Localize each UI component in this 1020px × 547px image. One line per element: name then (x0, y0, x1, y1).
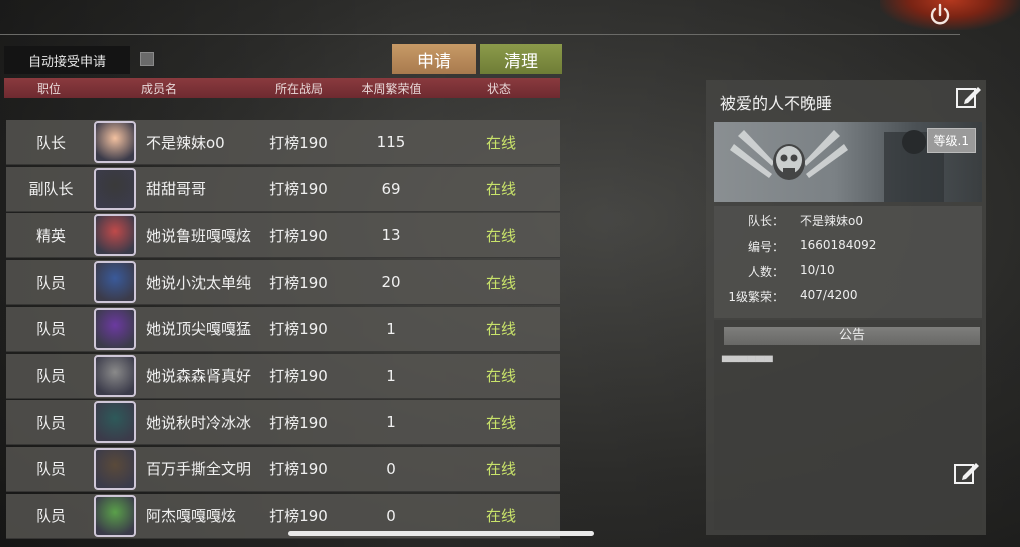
member-name: 甜甜哥哥 (146, 180, 207, 199)
member-battle: 打榜190 (269, 367, 328, 385)
member-prosperity: 20 (381, 273, 401, 292)
table-row[interactable]: 队员 她说秋时冷冰冰 打榜190 1 在线 (6, 400, 560, 446)
member-role: 队长 (35, 133, 66, 152)
member-role: 队员 (35, 507, 66, 526)
avatar[interactable] (94, 167, 136, 211)
member-name: 不是辣妹o0 (146, 133, 225, 152)
member-status: 在线 (485, 226, 516, 245)
table-row[interactable]: 队员 她说小沈太单纯 打榜190 20 在线 (6, 260, 560, 306)
col-member: 成员名 (140, 81, 177, 96)
prosperity-value: 407/4200 (800, 288, 858, 302)
member-status: 在线 (485, 367, 516, 385)
member-status: 在线 (485, 460, 516, 479)
member-battle: 打榜190 (269, 273, 328, 292)
avatar[interactable] (94, 494, 136, 538)
table-row[interactable]: 队员 她说森森肾真好 打榜190 1 在线 (6, 353, 560, 399)
top-divider (0, 34, 960, 35)
notice-text: ▀▀▀▀▀▀ (722, 356, 773, 369)
member-prosperity: 13 (381, 226, 401, 245)
count-label: 人数： (747, 265, 784, 279)
edit-notice-icon[interactable] (952, 460, 980, 486)
auto-accept-label: 自动接受申请 (4, 46, 130, 74)
team-level-badge: 等级.1 (926, 128, 976, 153)
table-row[interactable]: 队员 她说顶尖嘎嘎猛 打榜190 1 在线 (6, 306, 560, 352)
avatar[interactable] (94, 213, 136, 257)
member-status: 在线 (485, 133, 516, 152)
member-status: 在线 (485, 320, 516, 339)
power-icon[interactable] (927, 2, 953, 28)
member-prosperity: 69 (381, 179, 401, 198)
member-name: 她说顶尖嘎嘎猛 (146, 320, 252, 339)
id-value: 1660184092 (800, 238, 877, 252)
team-banner: 等级.1 (714, 122, 982, 202)
notice-area (714, 320, 982, 530)
member-role: 队员 (35, 460, 66, 479)
member-prosperity: 0 (386, 459, 396, 478)
member-role: 队员 (35, 413, 66, 432)
member-role: 队员 (35, 367, 66, 385)
member-role: 副队长 (28, 180, 74, 199)
auto-accept-checkbox[interactable] (140, 52, 154, 66)
notice-header: 公告 (724, 327, 980, 345)
team-name: 被爱的人不晚睡 (720, 94, 833, 113)
avatar[interactable] (94, 447, 136, 491)
member-role: 队员 (35, 320, 66, 339)
member-name: 她说秋时冷冰冰 (146, 413, 252, 432)
member-battle: 打榜190 (269, 460, 328, 479)
member-battle: 打榜190 (269, 180, 328, 199)
scrollbar[interactable] (288, 531, 594, 536)
member-prosperity: 1 (386, 413, 396, 432)
member-name: 她说鲁班嘎嘎炫 (146, 226, 252, 245)
member-battle: 打榜190 (269, 133, 328, 152)
table-row[interactable]: 队长 不是辣妹o0 打榜190 115 在线 (6, 120, 560, 165)
avatar[interactable] (94, 354, 136, 398)
member-battle: 打榜190 (269, 413, 328, 432)
avatar[interactable] (94, 260, 136, 304)
member-table-header: 职位 成员名 所在战局 本周繁荣值 状态 (4, 78, 560, 98)
member-role: 队员 (35, 273, 66, 292)
clean-button[interactable]: 清理 (480, 44, 562, 74)
member-battle: 打榜190 (269, 320, 328, 339)
avatar[interactable] (94, 400, 136, 444)
leader-label: 队长： (747, 214, 784, 228)
member-name: 她说森森肾真好 (146, 367, 252, 385)
table-row[interactable]: 副队长 甜甜哥哥 打榜190 69 在线 (6, 166, 560, 212)
col-battle: 所在战局 (274, 81, 323, 96)
prosperity-label: 1级繁荣： (728, 290, 784, 304)
team-info: 队长： 不是辣妹o0 编号： 1660184092 人数： 10/10 1级繁荣… (714, 206, 982, 318)
col-status: 状态 (486, 81, 511, 96)
member-battle: 打榜190 (269, 226, 328, 245)
id-label: 编号： (747, 240, 784, 254)
count-value: 10/10 (800, 263, 835, 277)
member-role: 精英 (35, 226, 66, 245)
avatar[interactable] (94, 120, 136, 164)
leader-value: 不是辣妹o0 (800, 214, 863, 228)
member-prosperity: 1 (386, 319, 396, 338)
team-info-panel: 被爱的人不晚睡 等级.1 队长： 不是辣妹o0 编号： 1660184092 人… (706, 80, 986, 535)
apply-button[interactable]: 申请 (392, 44, 476, 74)
table-row[interactable]: 精英 她说鲁班嘎嘎炫 打榜190 13 在线 (6, 213, 560, 259)
member-status: 在线 (485, 180, 516, 199)
col-prosperity: 本周繁荣值 (361, 81, 422, 96)
edit-icon[interactable] (954, 84, 982, 110)
avatar[interactable] (94, 307, 136, 351)
member-status: 在线 (485, 273, 516, 292)
member-name: 阿杰嘎嘎嘎炫 (146, 507, 237, 526)
member-name: 她说小沈太单纯 (146, 273, 252, 292)
member-prosperity: 115 (376, 133, 406, 151)
member-name: 百万手撕全文明 (146, 460, 252, 479)
member-prosperity: 1 (386, 366, 396, 385)
table-row[interactable]: 队员 百万手撕全文明 打榜190 0 在线 (6, 446, 560, 492)
col-role: 职位 (36, 81, 61, 96)
member-status: 在线 (485, 413, 516, 432)
